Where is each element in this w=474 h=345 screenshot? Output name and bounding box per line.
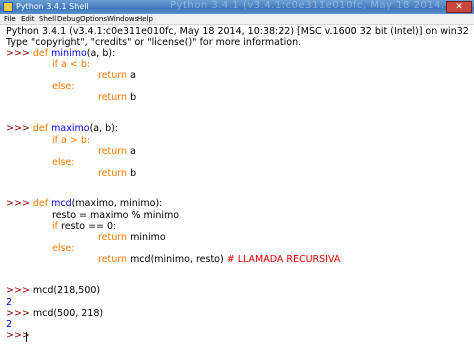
prompt: >>> — [6, 123, 33, 134]
keyword: def — [32, 123, 52, 134]
return-value: b — [130, 168, 137, 179]
return-value: a — [130, 70, 136, 81]
menu-options[interactable]: Options — [80, 14, 107, 24]
banner-line-1: Python 3.4.1 (v3.4.1:c0e311e010fc, May 1… — [6, 26, 469, 37]
return-value: b — [130, 92, 137, 103]
code-line: >>> def minimo(a, b): — [6, 48, 115, 59]
keyword: def — [32, 198, 52, 209]
window-title-ghost: Python 3.4.1 (v3.4.1:c0e311e010fc, May 1… — [170, 0, 474, 11]
code-line: return a — [98, 70, 136, 81]
code-line: return minimo — [98, 232, 166, 243]
keyword: def — [32, 48, 52, 59]
banner-line-2: Type "copyright", "credits" or "license(… — [6, 37, 302, 48]
menu-file[interactable]: File — [4, 14, 16, 24]
code-line: resto = maximo % minimo — [52, 210, 179, 221]
condition: resto == 0: — [61, 221, 117, 232]
menu-shell[interactable]: Shell — [39, 14, 56, 24]
python-app-icon — [3, 2, 13, 12]
keyword: if a < b: — [52, 59, 91, 70]
keyword: return — [98, 92, 131, 103]
code-line: else: — [52, 243, 74, 254]
menu-bar: File Edit Shell Debug Options Windows He… — [0, 14, 474, 25]
output-line: 2 — [6, 319, 13, 330]
code-line: >>> — [6, 330, 33, 341]
prompt: >>> — [6, 198, 33, 209]
function-args: (a, b): — [89, 123, 119, 134]
statement: resto = maximo % minimo — [52, 210, 180, 221]
code-line: return mcd(minimo, resto) # LLAMADA RECU… — [98, 254, 340, 265]
code-line: else: — [52, 157, 74, 168]
function-name: minimo — [51, 48, 87, 59]
return-value: minimo — [130, 232, 166, 243]
keyword: if — [52, 221, 62, 232]
prompt: >>> — [6, 285, 33, 296]
menu-debug[interactable]: Debug — [57, 14, 80, 24]
text-cursor — [26, 332, 27, 342]
code-line: >>> def maximo(a, b): — [6, 123, 118, 134]
code-line: if resto == 0: — [52, 221, 116, 232]
keyword: return — [98, 146, 131, 157]
keyword: else: — [52, 157, 75, 168]
function-name: mcd — [51, 198, 72, 209]
function-args: (a, b): — [86, 48, 116, 59]
function-args: (maximo, minimo): — [71, 198, 163, 209]
window-title: Python 3.4.1 Shell — [16, 2, 89, 11]
shell-text-area[interactable]: Python 3.4.1 (v3.4.1:c0e311e010fc, May 1… — [0, 25, 474, 345]
return-value: mcd(minimo, resto) — [130, 254, 227, 265]
keyword: return — [98, 168, 131, 179]
call-expression: mcd(500, 218) — [32, 308, 104, 319]
keyword: return — [98, 70, 131, 81]
output-line: 2 — [6, 297, 13, 308]
code-line: if a > b: — [52, 135, 90, 146]
return-value: a — [130, 146, 136, 157]
code-line: >>> mcd(500, 218) — [6, 308, 103, 319]
code-comment: # LLAMADA RECURSIVA — [226, 254, 341, 265]
code-line: else: — [52, 81, 74, 92]
code-line: if a < b: — [52, 59, 90, 70]
menu-help[interactable]: Help — [137, 14, 153, 24]
keyword: if a > b: — [52, 135, 91, 146]
keyword: return — [98, 232, 131, 243]
menu-edit[interactable]: Edit — [21, 14, 35, 24]
prompt: >>> — [6, 48, 33, 59]
call-expression: mcd(218,500) — [32, 285, 101, 296]
code-line: return b — [98, 92, 136, 103]
keyword: else: — [52, 81, 75, 92]
keyword: return — [98, 254, 131, 265]
menu-windows[interactable]: Windows — [107, 14, 138, 24]
code-line: >>> mcd(218,500) — [6, 285, 100, 296]
title-bar: Python 3.4.1 Shell Python 3.4.1 (v3.4.1:… — [0, 0, 474, 14]
prompt: >>> — [6, 330, 33, 341]
function-name: maximo — [51, 123, 90, 134]
keyword: else: — [52, 243, 75, 254]
close-button[interactable]: ✕ — [446, 1, 472, 13]
code-line: return a — [98, 146, 136, 157]
prompt: >>> — [6, 308, 33, 319]
code-line: >>> def mcd(maximo, minimo): — [6, 198, 162, 209]
code-line: return b — [98, 168, 136, 179]
